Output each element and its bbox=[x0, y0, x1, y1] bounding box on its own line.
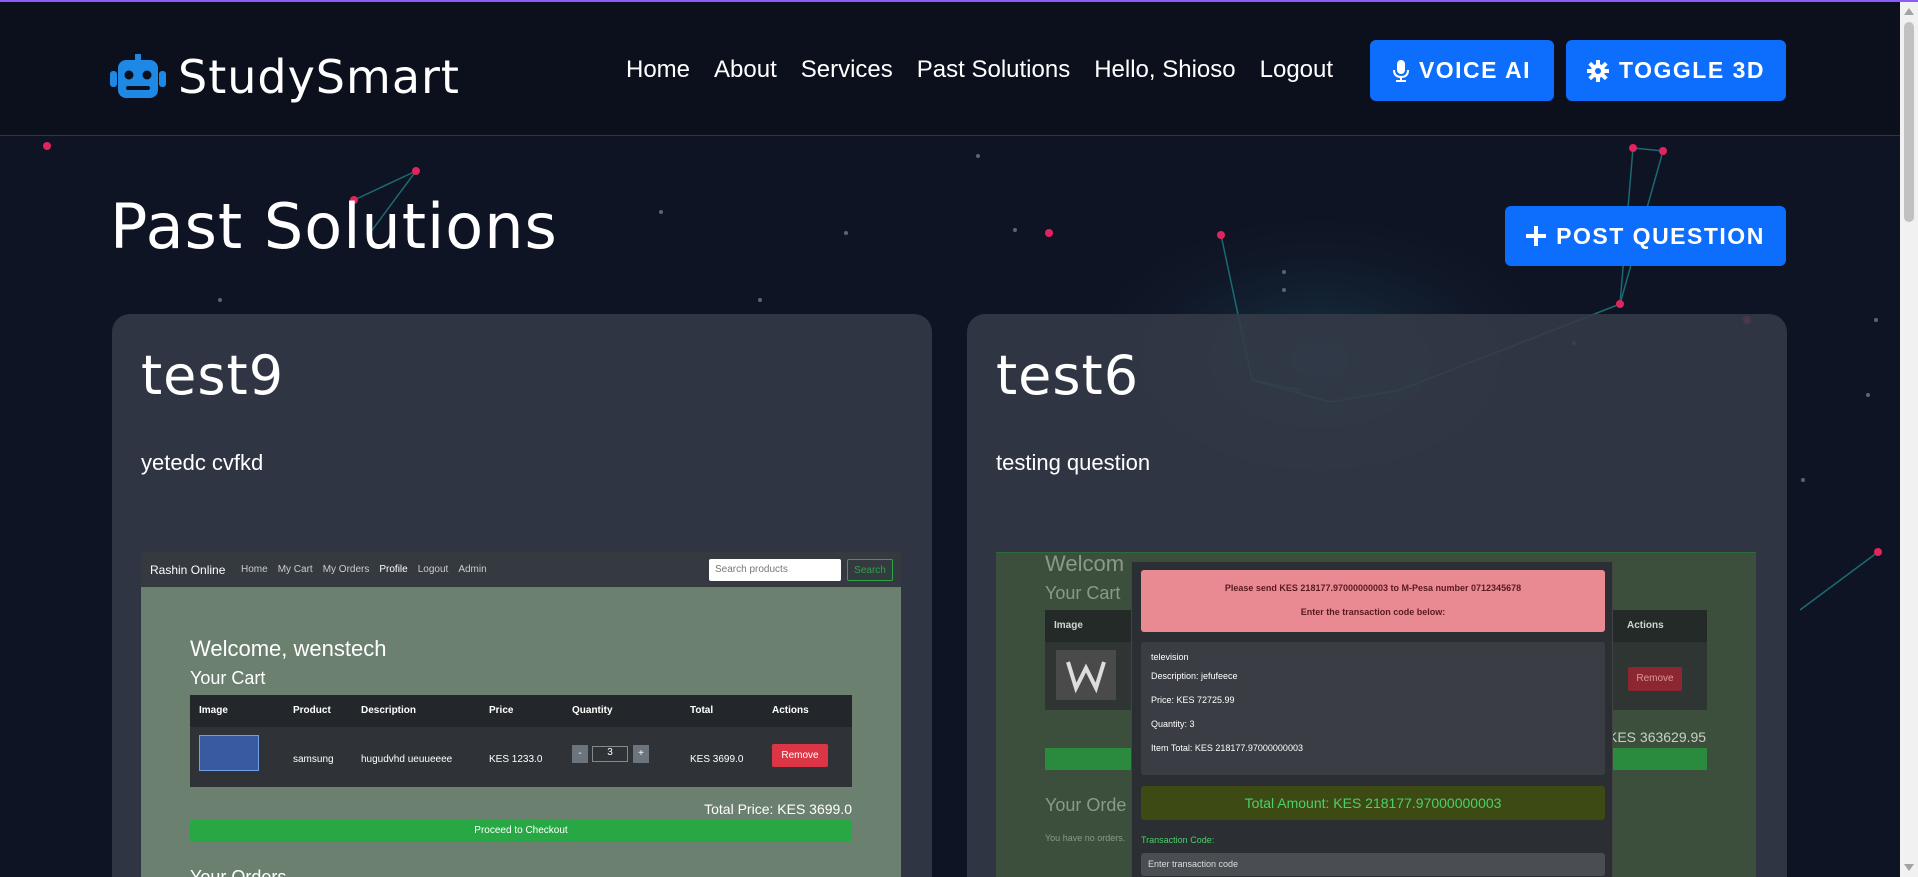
column-header: Description bbox=[361, 705, 417, 716]
gear-icon bbox=[1587, 59, 1609, 82]
payment-alert: Please send KES 218177.97000000003 to M-… bbox=[1141, 570, 1605, 632]
cell-price: KES 1233.0 bbox=[489, 754, 543, 765]
item-total: Item Total: KES 218177.97000000003 bbox=[1151, 743, 1303, 753]
navbar: StudySmart Home About Services Past Solu… bbox=[0, 2, 1900, 136]
screenshot-link: Profile bbox=[379, 564, 408, 575]
column-header: Actions bbox=[772, 705, 809, 716]
screenshot-link: My Orders bbox=[322, 564, 370, 575]
item-price: Price: KES 72725.99 bbox=[1151, 695, 1235, 705]
page-title: Past Solutions bbox=[110, 190, 558, 263]
nav-link-about[interactable]: About bbox=[714, 56, 777, 84]
column-header: Product bbox=[293, 705, 331, 716]
column-header: Price bbox=[489, 705, 514, 716]
nav-link-home[interactable]: Home bbox=[626, 56, 690, 84]
total-amount: Total Amount: KES 218177.97000000003 bbox=[1141, 786, 1605, 820]
solution-card[interactable]: test6 testing question Welcom Your Cart … bbox=[967, 314, 1787, 877]
brand-logo[interactable]: StudySmart bbox=[110, 50, 460, 104]
robot-icon bbox=[110, 54, 166, 98]
plus-icon bbox=[1526, 226, 1547, 246]
screenshot-bg-orders: Your Orde bbox=[1045, 795, 1127, 815]
payment-prompt: Enter the transaction code below: bbox=[1300, 607, 1446, 617]
page-scrollbar[interactable] bbox=[1900, 2, 1918, 877]
product-thumbnail bbox=[199, 735, 259, 771]
nav-link-logout[interactable]: Logout bbox=[1260, 56, 1333, 84]
nav-link-user-greeting[interactable]: Hello, Shioso bbox=[1094, 56, 1235, 84]
screenshot-cart-heading: Your Cart bbox=[190, 668, 266, 688]
item-quantity: Quantity: 3 bbox=[1151, 719, 1195, 729]
nav-link-past-solutions[interactable]: Past Solutions bbox=[917, 56, 1070, 84]
screenshot-total-price: Total Price: KES 3699.0 bbox=[704, 801, 852, 817]
scroll-up-arrow-icon[interactable] bbox=[1904, 8, 1914, 15]
screenshot-link: My Cart bbox=[277, 564, 313, 575]
screenshot-checkout-button: Proceed to Checkout bbox=[190, 820, 852, 842]
screenshot-link: Admin bbox=[458, 564, 487, 575]
screenshot-bg-welcome: Welcom bbox=[1045, 552, 1125, 576]
screenshot-remove-button: Remove bbox=[772, 744, 828, 767]
card-title: test9 bbox=[141, 344, 285, 407]
scroll-down-arrow-icon[interactable] bbox=[1904, 864, 1914, 871]
card-description: testing question bbox=[996, 450, 1151, 475]
quantity-minus: - bbox=[572, 745, 588, 763]
nav-link-services[interactable]: Services bbox=[801, 56, 893, 84]
order-item-summary: television Description: jefufeece Price:… bbox=[1141, 642, 1605, 775]
screenshot-nav-links: Home My Cart My Orders Profile Logout Ad… bbox=[241, 564, 487, 575]
screenshot-cart-table: Image Product Description Price Quantity… bbox=[190, 695, 852, 787]
screenshot-search-input: Search products bbox=[709, 559, 841, 581]
screenshot-table-header bbox=[190, 695, 852, 727]
toggle-3d-label: TOGGLE 3D bbox=[1619, 57, 1765, 83]
screenshot-brand: Rashin Online bbox=[150, 563, 226, 577]
transaction-code-label: Transaction Code: bbox=[1141, 835, 1215, 845]
screenshot-link: Logout bbox=[417, 564, 449, 575]
post-question-button[interactable]: POST QUESTION bbox=[1505, 206, 1786, 266]
screenshot-welcome: Welcome, wenstech bbox=[190, 636, 387, 661]
cell-product: samsung bbox=[293, 754, 334, 765]
transaction-code-field: Enter transaction code bbox=[1141, 853, 1605, 876]
screenshot-bg-checkout-bar bbox=[1608, 748, 1707, 770]
payment-instruction: Please send KES 218177.97000000003 to M-… bbox=[1224, 583, 1522, 593]
toggle-3d-button[interactable]: TOGGLE 3D bbox=[1566, 40, 1786, 101]
card-description: yetedc cvfkd bbox=[141, 450, 264, 475]
cell-total: KES 3699.0 bbox=[690, 754, 744, 765]
solution-screenshot: Rashin Online Home My Cart My Orders Pro… bbox=[141, 552, 901, 877]
screenshot-bg-no-orders: You have no orders. bbox=[1045, 833, 1126, 843]
screenshot-bg-total: KES 363629.95 bbox=[1608, 729, 1707, 745]
column-header: Actions bbox=[1627, 620, 1664, 631]
column-header: Image bbox=[199, 705, 228, 716]
column-header: Quantity bbox=[572, 705, 613, 716]
quantity-field: 3 bbox=[592, 746, 628, 762]
screenshot-bg-remove: Remove bbox=[1628, 667, 1682, 691]
solution-screenshot: Welcom Your Cart Image Actions Remove KE… bbox=[996, 552, 1756, 877]
payment-modal: Please send KES 218177.97000000003 to M-… bbox=[1131, 561, 1613, 877]
screenshot-search-button: Search bbox=[847, 559, 893, 581]
screenshot-bg-cart: Your Cart bbox=[1045, 583, 1121, 603]
column-header: Image bbox=[1054, 620, 1083, 631]
brand-name: StudySmart bbox=[178, 50, 460, 104]
microphone-icon bbox=[1392, 59, 1409, 82]
cell-description: hugudvhd ueuueeee bbox=[361, 754, 453, 765]
card-title: test6 bbox=[996, 344, 1140, 407]
item-description: Description: jefufeece bbox=[1151, 671, 1238, 681]
quantity-plus: + bbox=[633, 745, 649, 763]
solution-card[interactable]: test9 yetedc cvfkd Rashin Online Home My… bbox=[112, 314, 932, 877]
column-header: Total bbox=[690, 705, 714, 716]
voice-ai-button[interactable]: VOICE AI bbox=[1370, 40, 1554, 101]
post-question-label: POST QUESTION bbox=[1556, 222, 1765, 249]
scrollbar-thumb[interactable] bbox=[1904, 22, 1914, 222]
voice-ai-label: VOICE AI bbox=[1418, 57, 1532, 83]
item-name: television bbox=[1151, 652, 1189, 662]
screenshot-link: Home bbox=[241, 564, 268, 575]
screenshot-orders-heading: Your Orders bbox=[190, 867, 287, 877]
screenshot-bg-checkout-bar bbox=[1045, 748, 1135, 770]
product-logo-icon bbox=[1056, 650, 1116, 700]
nav-links: Home About Services Past Solutions Hello… bbox=[626, 56, 1333, 84]
